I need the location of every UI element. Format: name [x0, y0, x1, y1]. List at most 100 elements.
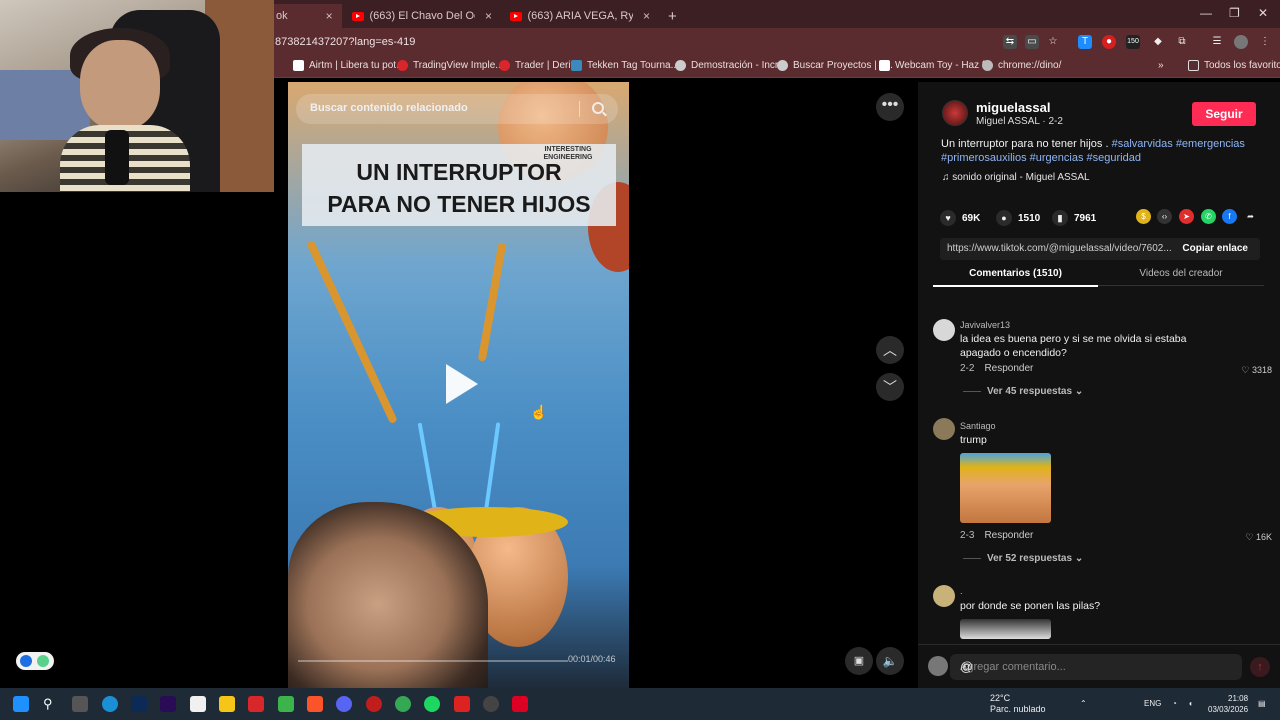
obs-icon[interactable] — [483, 696, 499, 712]
creator-username[interactable]: miguelassal — [976, 100, 1050, 115]
premiere-icon[interactable] — [160, 696, 176, 712]
notification-icon[interactable]: ▤ — [1258, 699, 1266, 708]
system-clock[interactable]: 21:08 03/03/2026 — [1208, 693, 1248, 715]
minimize-icon[interactable]: — — [1200, 6, 1212, 20]
cast-icon[interactable]: ▭ — [1025, 35, 1039, 49]
comment-username[interactable]: Santiago — [960, 421, 996, 431]
voicemod-icon[interactable] — [454, 696, 470, 712]
follow-button[interactable]: Seguir — [1192, 102, 1256, 126]
folder-icon[interactable] — [219, 696, 235, 712]
extension-icon[interactable]: ● — [1102, 35, 1116, 49]
translate-icon[interactable]: ⇆ — [1003, 35, 1017, 49]
volume-icon[interactable]: 🔈 — [876, 647, 904, 675]
bookmark-star-icon[interactable]: ☆ — [1046, 35, 1060, 49]
close-tab-icon[interactable]: × — [485, 9, 492, 23]
search-icon[interactable] — [592, 102, 604, 114]
browser-tab[interactable]: (663) El Chavo Del Ocho - Intro × — [344, 4, 500, 28]
comment-like[interactable]: ♡ 16K — [1245, 532, 1272, 543]
language-indicator[interactable]: ENG — [1144, 699, 1161, 708]
puzzle-icon[interactable]: ⧉ — [1175, 35, 1189, 49]
commenter-avatar[interactable] — [933, 585, 955, 607]
weather-widget[interactable]: 22°C Parc. nublado — [990, 693, 1046, 715]
wifi-icon[interactable]: ◔ — [1172, 699, 1177, 708]
taskview-icon[interactable] — [72, 696, 88, 712]
like-button[interactable]: ♥ 69K — [940, 210, 980, 226]
comment-image[interactable] — [960, 619, 1051, 639]
floating-player-icon[interactable]: ▣ — [845, 647, 873, 675]
video-player[interactable]: Buscar contenido relacionado INTERESTING… — [288, 82, 629, 688]
volume-tray-icon[interactable]: ◖ — [1188, 699, 1193, 708]
hashtag-link[interactable]: #urgencias — [1030, 152, 1084, 164]
kebab-menu-icon[interactable]: ⋮ — [1258, 35, 1272, 49]
save-button[interactable]: ▮ 7961 — [1052, 210, 1096, 226]
floating-widget[interactable] — [16, 652, 54, 670]
start-icon[interactable] — [13, 696, 29, 712]
close-tab-icon[interactable]: × — [326, 9, 333, 23]
deriv-icon[interactable] — [248, 696, 264, 712]
profile-icon[interactable] — [1234, 35, 1248, 49]
comment-username[interactable]: . — [960, 586, 963, 596]
search-icon[interactable]: ⚲ — [43, 696, 59, 712]
chrome-icon[interactable] — [395, 696, 411, 712]
discord-icon[interactable] — [336, 696, 352, 712]
close-window-icon[interactable]: ✕ — [1258, 6, 1268, 20]
coin-icon[interactable]: $ — [1136, 209, 1151, 224]
tab-creator-videos[interactable]: Videos del creador — [1098, 268, 1264, 286]
bookmark-item[interactable]: Airtm | Libera tu pot... — [293, 60, 404, 71]
spotify-icon[interactable] — [424, 696, 440, 712]
photoshop-icon[interactable] — [131, 696, 147, 712]
tray-chevron-icon[interactable]: ⌃ — [1080, 699, 1087, 708]
reply-button[interactable]: Responder — [984, 530, 1033, 541]
xbox-icon[interactable] — [278, 696, 294, 712]
commenter-avatar[interactable] — [933, 319, 955, 341]
embed-icon[interactable]: ‹› — [1157, 209, 1172, 224]
creator-avatar[interactable] — [942, 100, 968, 126]
copy-link-button[interactable]: Copiar enlace — [1182, 243, 1248, 254]
extension-icon[interactable]: T — [1078, 35, 1092, 49]
bookmark-item[interactable]: Webcam Toy - Haz f... — [879, 60, 993, 71]
hashtag-link[interactable]: #primerosauxilios — [941, 152, 1027, 164]
share-arrow-icon[interactable]: ➦ — [1243, 209, 1258, 224]
all-bookmarks[interactable]: Todos los favoritos — [1188, 60, 1280, 71]
reply-button[interactable]: Responder — [984, 363, 1033, 374]
view-replies-button[interactable]: Ver 52 respuestas ⌄ — [963, 553, 1083, 564]
sound-link[interactable]: ♫ sonido original - Miguel ASSAL — [942, 172, 1090, 183]
whatsapp-icon[interactable]: ✆ — [1201, 209, 1216, 224]
bookmark-item[interactable]: Buscar Proyectos | F... — [777, 60, 893, 71]
chevron-up-icon[interactable]: ︿ — [876, 336, 904, 364]
comment-like[interactable]: ♡ 3318 — [1241, 365, 1272, 376]
app-icon[interactable] — [366, 696, 382, 712]
view-replies-button[interactable]: Ver 45 respuestas ⌄ — [963, 386, 1083, 397]
tab-comments[interactable]: Comentarios (1510) — [933, 268, 1098, 287]
maximize-icon[interactable]: ❐ — [1229, 6, 1240, 20]
more-options-icon[interactable]: ••• — [876, 93, 904, 121]
chevron-down-icon[interactable]: ﹀ — [876, 373, 904, 401]
store-icon[interactable] — [190, 696, 206, 712]
close-tab-icon[interactable]: × — [643, 9, 650, 23]
video-search-bar[interactable]: Buscar contenido relacionado — [296, 94, 618, 124]
video-link-url[interactable]: https://www.tiktok.com/@miguelassal/vide… — [947, 243, 1172, 254]
send-comment-button[interactable]: ↑ — [1250, 657, 1270, 677]
comment-username[interactable]: Javivalver13 — [960, 320, 1010, 330]
address-bar[interactable]: 873821437207?lang=es-419 — [275, 36, 415, 48]
play-icon[interactable] — [446, 364, 478, 404]
sidepanel-icon[interactable]: ☰ — [1210, 35, 1224, 49]
bookmark-item[interactable]: Trader | Deriv — [499, 60, 576, 71]
new-tab-button[interactable]: + — [660, 4, 685, 28]
video-progress-bar[interactable] — [298, 660, 568, 662]
bookmark-item[interactable]: Demostración - Incr... — [675, 60, 786, 71]
edge-icon[interactable] — [102, 696, 118, 712]
bookmark-item[interactable]: Tekken Tag Tourna... — [571, 60, 679, 71]
extension-badge[interactable]: 150 — [1126, 35, 1140, 49]
bookmark-item[interactable]: TradingView Imple... — [397, 60, 504, 71]
emoji-icon[interactable]: ☺ — [960, 659, 1234, 674]
comment-image[interactable] — [960, 453, 1051, 523]
commenter-avatar[interactable] — [933, 418, 955, 440]
browser-tab[interactable]: (663) ARIA VEGA, Ryan Castro × — [502, 4, 658, 28]
send-icon[interactable]: ➤ — [1179, 209, 1194, 224]
app-icon[interactable] — [512, 696, 528, 712]
extension-icon[interactable]: ◆ — [1151, 35, 1165, 49]
hashtag-link[interactable]: #emergencias — [1176, 138, 1245, 150]
brave-icon[interactable] — [307, 696, 323, 712]
bookmark-item[interactable]: chrome://dino/ — [982, 60, 1061, 71]
